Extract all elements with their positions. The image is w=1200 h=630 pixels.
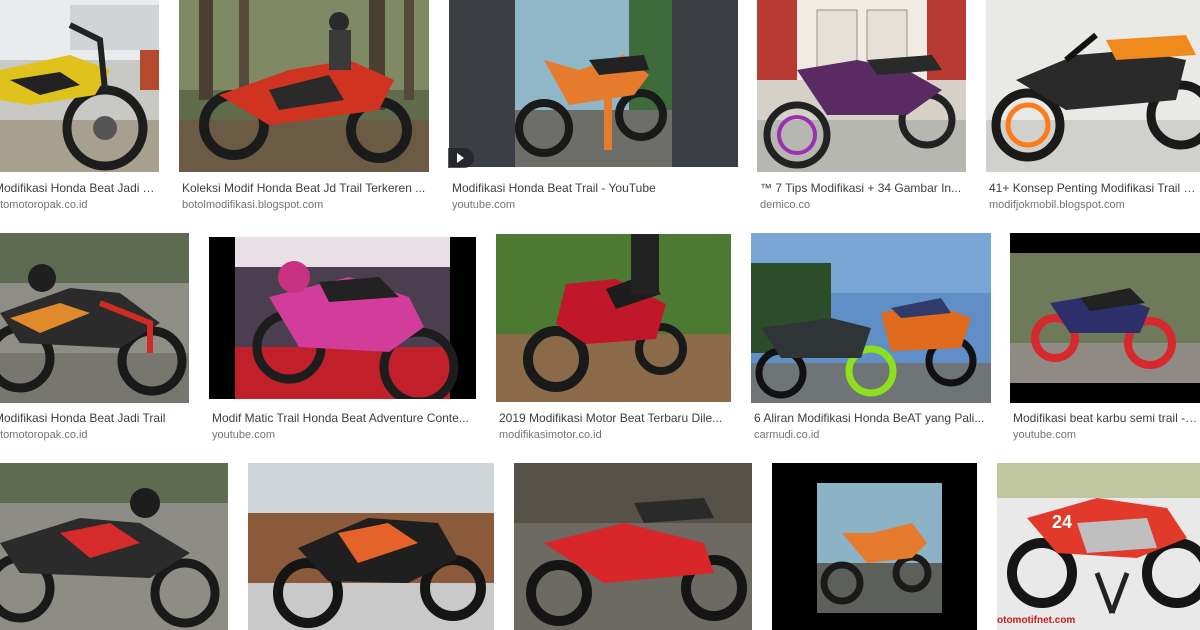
play-icon [448,148,474,168]
result-source-3: youtube.com [452,199,515,211]
result-thumbnail-5[interactable] [986,0,1200,172]
result-caption-5[interactable]: 41+ Konsep Penting Modifikasi Trail Ma [989,181,1200,196]
result-source-1: otomotoropak.co.id [0,199,88,211]
result-caption-10[interactable]: Modifikasi beat karbu semi trail - Yo [1013,411,1200,426]
result-thumbnail-13[interactable] [514,463,752,630]
result-source-4: demico.co [760,199,811,211]
result-thumbnail-12[interactable] [248,463,494,630]
result-source-7: youtube.com [212,429,275,441]
result-caption-6[interactable]: Modifikasi Honda Beat Jadi Trail [0,411,189,426]
svg-text:24: 24 [1052,512,1072,532]
result-caption-3[interactable]: Modifikasi Honda Beat Trail - YouTube [452,181,737,196]
result-source-9: carmudi.co.id [754,429,820,441]
result-source-8: modifikasimotor.co.id [499,429,602,441]
result-thumbnail-15[interactable]: 24 otomotifnet.com [997,463,1200,630]
result-source-6: otomotoropak.co.id [0,429,88,441]
result-caption-8[interactable]: 2019 Modifikasi Motor Beat Terbaru Dile.… [499,411,731,426]
result-source-10: youtube.com [1013,429,1076,441]
result-thumbnail-10[interactable] [1010,233,1200,403]
result-caption-9[interactable]: 6 Aliran Modifikasi Honda BeAT yang Pali… [754,411,990,426]
result-caption-4[interactable]: ™ 7 Tips Modifikasi + 34 Gambar In... [760,181,965,196]
result-thumbnail-8[interactable] [496,234,731,402]
result-source-2: botolmodifikasi.blogspot.com [182,199,324,211]
result-thumbnail-3[interactable] [449,0,738,167]
result-caption-7[interactable]: Modif Matic Trail Honda Beat Adventure C… [212,411,474,426]
result-source-5: modifjokmobil.blogspot.com [989,199,1125,211]
watermark-text: otomotifnet.com [997,615,1076,626]
result-thumbnail-14[interactable] [772,463,977,630]
result-thumbnail-1[interactable] [0,0,159,172]
result-thumbnail-6[interactable] [0,233,189,403]
result-thumbnail-9[interactable] [751,233,991,403]
result-thumbnail-4[interactable] [757,0,966,172]
result-caption-1[interactable]: Modifikasi Honda Beat Jadi Trail [0,181,159,196]
result-thumbnail-7[interactable] [209,237,476,399]
result-thumbnail-2[interactable] [179,0,429,172]
result-caption-2[interactable]: Koleksi Modif Honda Beat Jd Trail Terker… [182,181,427,196]
result-thumbnail-11[interactable] [0,463,228,630]
